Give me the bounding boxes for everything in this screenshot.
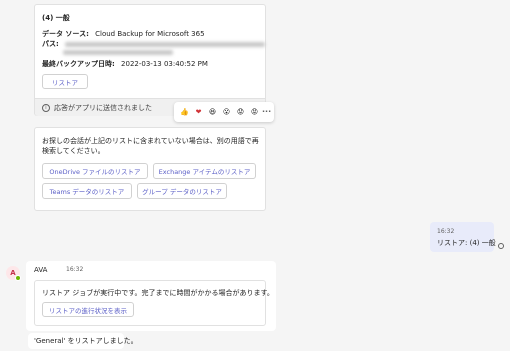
suggestion-text: お探しの会話が上記のリストに含まれていない場合は、別の用語で再検索してください。 <box>42 137 259 155</box>
suggestion-card: お探しの会話が上記のリストに含まれていない場合は、別の用語で再検索してください。… <box>34 127 266 211</box>
sad-reaction-icon[interactable]: 😟 <box>235 106 246 117</box>
laugh-reaction-icon[interactable]: 😆 <box>207 106 218 117</box>
restore-card: (4) 一般 データ ソース: Cloud Backup for Microso… <box>34 4 266 116</box>
exchange-restore-button[interactable]: Exchange アイテムのリストア <box>153 163 256 179</box>
final-status-message: 'General' をリストアしました。 <box>28 333 138 349</box>
info-icon: i <box>42 103 50 112</box>
bot-message: AVA 16:32 リストア ジョブが実行中です。完了までに時間がかかる場合があ… <box>26 261 276 331</box>
more-options-icon[interactable]: ··· <box>262 107 271 116</box>
heart-reaction-icon[interactable]: ❤ <box>193 106 204 117</box>
data-source-label: データ ソース: <box>42 30 89 38</box>
path-label: パス: <box>42 40 59 48</box>
angry-reaction-icon[interactable]: 😡 <box>249 106 260 117</box>
bot-message-card: リストア ジョブが実行中です。完了までに時間がかかる場合があります。 リストアの… <box>34 280 274 326</box>
last-backup-label: 最終バックアップ日時: <box>42 60 115 68</box>
online-status-icon <box>15 275 21 281</box>
surprised-reaction-icon[interactable]: 😮 <box>221 106 232 117</box>
user-message-text: リストア: (4) 一般 <box>437 239 496 247</box>
group-restore-button[interactable]: グループ データのリストア <box>137 183 227 199</box>
redacted-path <box>65 41 266 47</box>
onedrive-restore-button[interactable]: OneDrive ファイルのリストア <box>42 163 148 179</box>
final-status-text: 'General' をリストアしました。 <box>34 337 138 345</box>
path-row: パス: <box>42 39 266 49</box>
bot-message-text: リストア ジョブが実行中です。完了までに時間がかかる場合があります。 <box>42 289 274 297</box>
restore-button[interactable]: リストア <box>42 74 88 89</box>
data-source-row: データ ソース: Cloud Backup for Microsoft 365 <box>42 29 205 39</box>
read-receipt-icon <box>498 243 504 249</box>
redacted-path-continued <box>63 50 173 55</box>
reactions-bar: 👍 ❤ 😆 😮 😟 😡 ··· <box>174 102 274 122</box>
view-restore-progress-button[interactable]: リストアの進行状況を表示 <box>42 302 134 317</box>
last-backup-value: 2022-03-13 03:40:52 PM <box>121 60 208 68</box>
data-source-value: Cloud Backup for Microsoft 365 <box>95 30 205 38</box>
avatar: A <box>6 266 21 281</box>
bot-message-time: 16:32 <box>66 266 84 273</box>
last-backup-row: 最終バックアップ日時: 2022-03-13 03:40:52 PM <box>42 59 208 69</box>
user-message: 16:32 リストア: (4) 一般 <box>430 222 496 252</box>
teams-restore-button[interactable]: Teams データのリストア <box>42 183 132 199</box>
bot-sender-name: AVA <box>34 266 48 274</box>
restore-card-title: (4) 一般 <box>42 14 70 22</box>
status-text: 応答がアプリに送信されました <box>54 103 152 112</box>
like-reaction-icon[interactable]: 👍 <box>179 106 190 117</box>
user-message-time: 16:32 <box>437 228 455 235</box>
